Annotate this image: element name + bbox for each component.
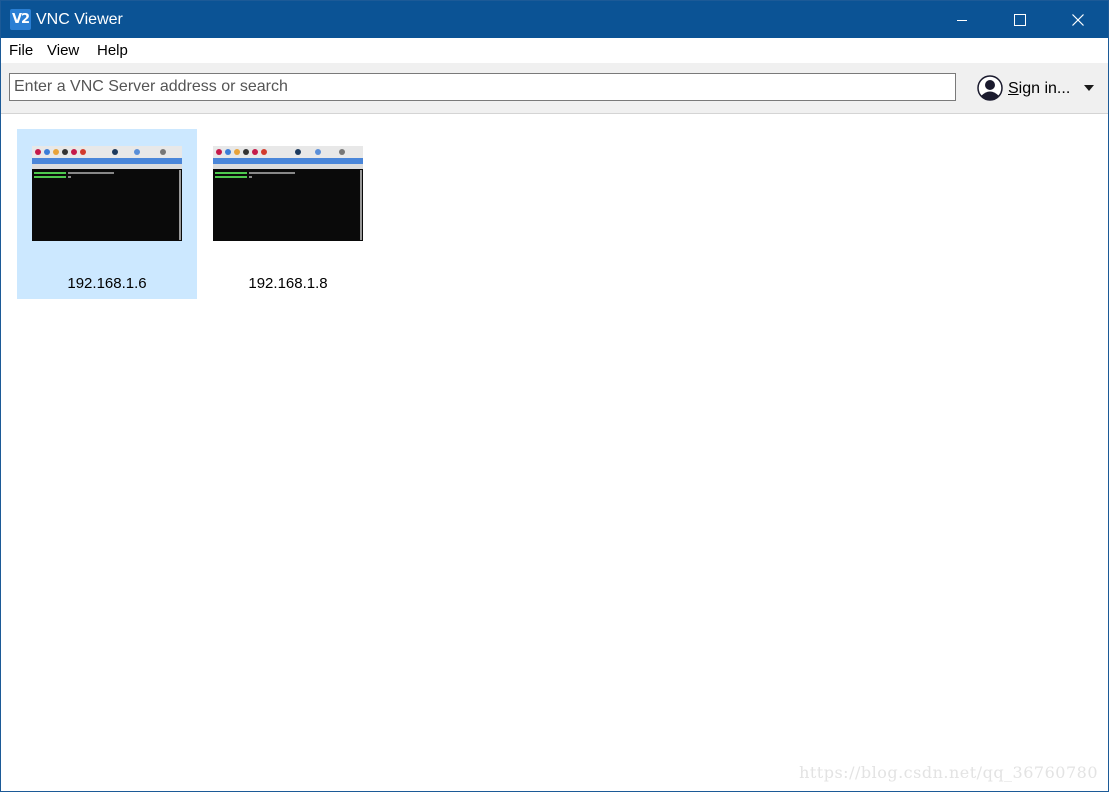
menu-file[interactable]: File (9, 42, 33, 60)
close-button[interactable] (1049, 1, 1107, 38)
sign-in-label: Sign in... (1008, 80, 1071, 97)
menu-bar: File View Help (1, 38, 1108, 63)
user-icon (977, 75, 1003, 101)
watermark-text: https://blog.csdn.net/qq_36760780 (799, 763, 1098, 782)
menu-view[interactable]: View (47, 42, 79, 60)
connection-label: 192.168.1.6 (67, 275, 147, 292)
connection-thumbnail (32, 146, 182, 241)
menu-help[interactable]: Help (97, 42, 128, 60)
minimize-icon (957, 19, 967, 21)
connection-tile[interactable]: 192.168.1.8 (198, 129, 378, 299)
connection-label: 192.168.1.8 (248, 275, 328, 292)
connection-tile[interactable]: 192.168.1.6 (17, 129, 197, 299)
minimize-button[interactable] (933, 1, 991, 38)
caret-down-icon[interactable] (1084, 85, 1094, 91)
server-address-search-input[interactable] (9, 73, 956, 101)
title-bar[interactable]: V2 VNC Viewer (1, 1, 1108, 38)
connection-thumbnail (213, 146, 363, 241)
vnc-viewer-window: V2 VNC Viewer File View Help Enter a VNC… (0, 0, 1109, 792)
toolbar: Sign in... (1, 63, 1108, 114)
sign-in-button[interactable]: Sign in... (977, 75, 1099, 101)
maximize-button[interactable] (991, 1, 1049, 38)
address-book-area: 192.168.1.6 192.168.1.8 https://blog.csd… (1, 114, 1108, 791)
window-title: VNC Viewer (36, 11, 123, 28)
close-icon (1072, 13, 1084, 26)
vnc-app-icon: V2 (10, 9, 31, 30)
maximize-icon (1014, 13, 1026, 26)
